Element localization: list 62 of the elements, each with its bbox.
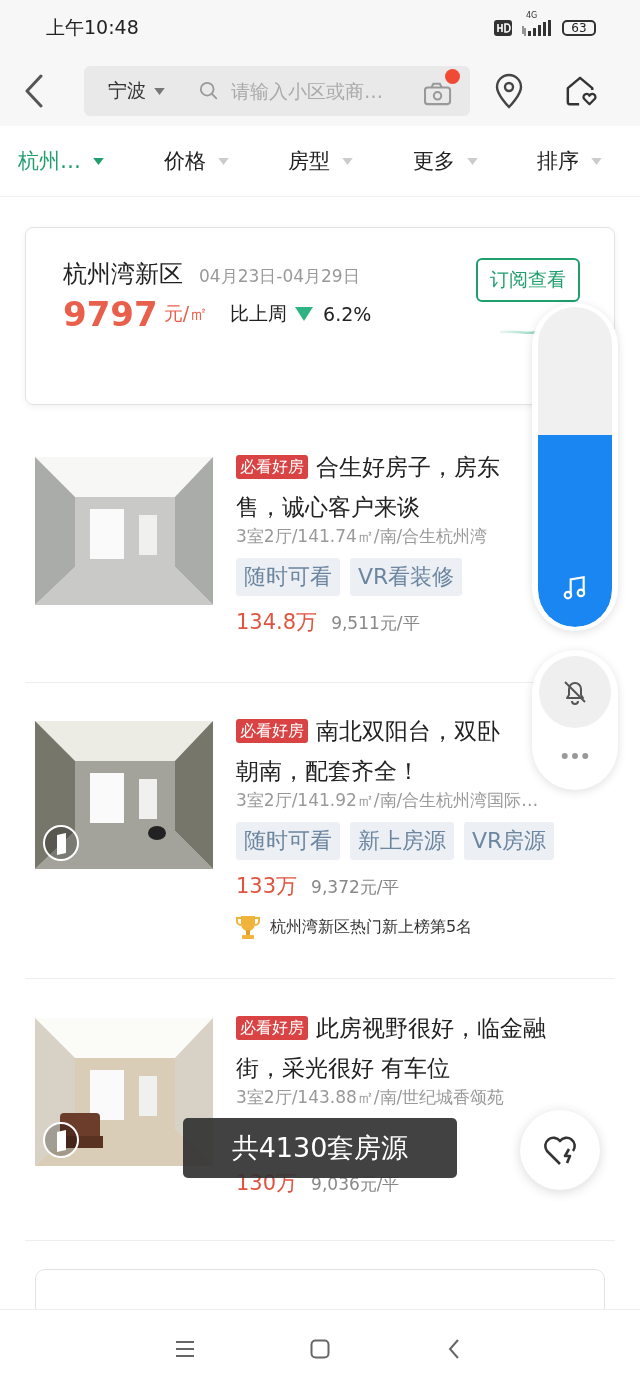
listing-title-line[interactable]: 此房视野很好，临金融 bbox=[316, 1008, 546, 1048]
more-icon[interactable] bbox=[561, 752, 589, 760]
clock: 上午10:48 bbox=[46, 15, 139, 40]
network-label: 4G bbox=[526, 11, 538, 20]
signal-icon bbox=[522, 20, 552, 36]
notification-dot bbox=[445, 69, 460, 84]
search-field[interactable]: 宁波 请输入小区或商… bbox=[84, 66, 470, 116]
caret-icon bbox=[217, 157, 229, 165]
heart-bolt-icon bbox=[542, 1134, 578, 1166]
home-icon[interactable] bbox=[310, 1338, 330, 1359]
feature-tag: 随时可看 bbox=[236, 558, 340, 596]
change-percent: 6.2% bbox=[323, 303, 372, 325]
ranking-text: 杭州湾新区热门新上榜第5名 bbox=[270, 916, 473, 938]
caret-icon bbox=[591, 157, 602, 165]
price-unit: 元/㎡ bbox=[163, 301, 209, 326]
feature-tag: 新上房源 bbox=[350, 822, 454, 860]
hot-badge: 必看好房 bbox=[236, 1016, 308, 1040]
location-pin-icon[interactable] bbox=[494, 73, 524, 109]
favorite-button[interactable] bbox=[520, 1110, 600, 1190]
menu-icon[interactable] bbox=[175, 1338, 195, 1359]
filter-tab[interactable]: 价格 bbox=[163, 143, 229, 179]
back-icon[interactable] bbox=[24, 74, 44, 108]
total-price: 133万 bbox=[236, 873, 298, 900]
search-icon bbox=[199, 81, 219, 101]
trophy-icon bbox=[236, 914, 260, 940]
average-price: 9797 bbox=[63, 294, 158, 334]
caret-icon bbox=[342, 157, 353, 165]
region-name: 杭州湾新区 bbox=[63, 259, 183, 290]
feature-tag: 随时可看 bbox=[236, 822, 340, 860]
filter-tab[interactable]: 排序 bbox=[537, 143, 602, 179]
listing-title-line[interactable]: 朝南，配套齐全！ bbox=[236, 751, 420, 791]
mute-button[interactable] bbox=[539, 656, 611, 728]
compare-label: 比上周 bbox=[230, 301, 288, 326]
volume-slider[interactable] bbox=[538, 307, 612, 627]
listing-title-line[interactable]: 售，诚心客户来谈 bbox=[236, 487, 420, 527]
listing-details: 3室2厅/143.88㎡/南/世纪城香颂苑 bbox=[236, 1086, 506, 1109]
date-range: 04月23日-04月29日 bbox=[199, 265, 360, 288]
hd-icon bbox=[494, 20, 512, 36]
vr-icon[interactable] bbox=[41, 1120, 81, 1160]
caret-icon bbox=[466, 157, 478, 165]
listing-title-line[interactable]: 合生好房子，房东 bbox=[316, 447, 500, 487]
listing-title-line[interactable]: 街，采光很好 有车位 bbox=[236, 1048, 451, 1088]
hot-badge: 必看好房 bbox=[236, 719, 308, 743]
feature-tag: VR看装修 bbox=[350, 558, 463, 596]
caret-icon bbox=[93, 157, 104, 165]
listing-details: 3室2厅/141.92㎡/南/合生杭州湾国际… bbox=[236, 789, 540, 812]
listing-details: 3室2厅/141.74㎡/南/合生杭州湾 bbox=[236, 525, 489, 548]
hot-badge: 必看好房 bbox=[236, 455, 308, 479]
caret-icon bbox=[154, 87, 165, 95]
vr-icon[interactable] bbox=[41, 823, 81, 863]
house-heart-icon[interactable] bbox=[564, 75, 598, 107]
battery-level: 63 bbox=[571, 22, 587, 34]
unit-price: 9,372元/平 bbox=[311, 876, 400, 899]
filter-tab[interactable]: 更多 bbox=[412, 143, 478, 179]
listing-title-line[interactable]: 南北双阳台，双卧 bbox=[316, 711, 500, 751]
feature-tag: VR房源 bbox=[464, 822, 555, 860]
filter-tab[interactable]: 房型 bbox=[288, 143, 353, 179]
total-price: 134.8万 bbox=[236, 609, 318, 636]
unit-price: 9,511元/平 bbox=[331, 612, 420, 635]
city-selector[interactable]: 宁波 bbox=[108, 78, 146, 104]
toast-message: 共4130套房源 bbox=[183, 1118, 457, 1178]
music-note-icon bbox=[562, 575, 588, 601]
